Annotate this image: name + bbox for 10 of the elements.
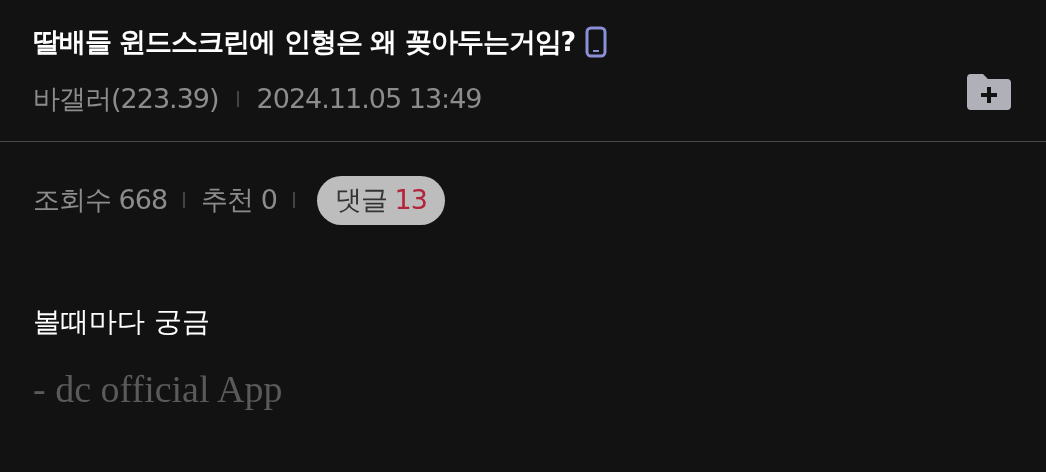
stat-text: 추천 0 (201, 183, 277, 217)
author-name[interactable]: 바갤러(223.39) (33, 78, 219, 119)
signature: - dc official App (33, 366, 284, 412)
post-date: 2024.11.05 13:49 (256, 81, 482, 116)
post-title: 딸배들 윈드스크린에 인형은 왜 꽂아두는거임? (33, 25, 576, 59)
post-body: 볼때마다 궁금 (33, 303, 211, 340)
stat-text: 조회수 668 (33, 183, 168, 217)
phone-icon (585, 26, 608, 59)
folder-add-icon[interactable] (965, 71, 1013, 112)
comment-count-button[interactable]: 댓글 13 (316, 176, 445, 225)
